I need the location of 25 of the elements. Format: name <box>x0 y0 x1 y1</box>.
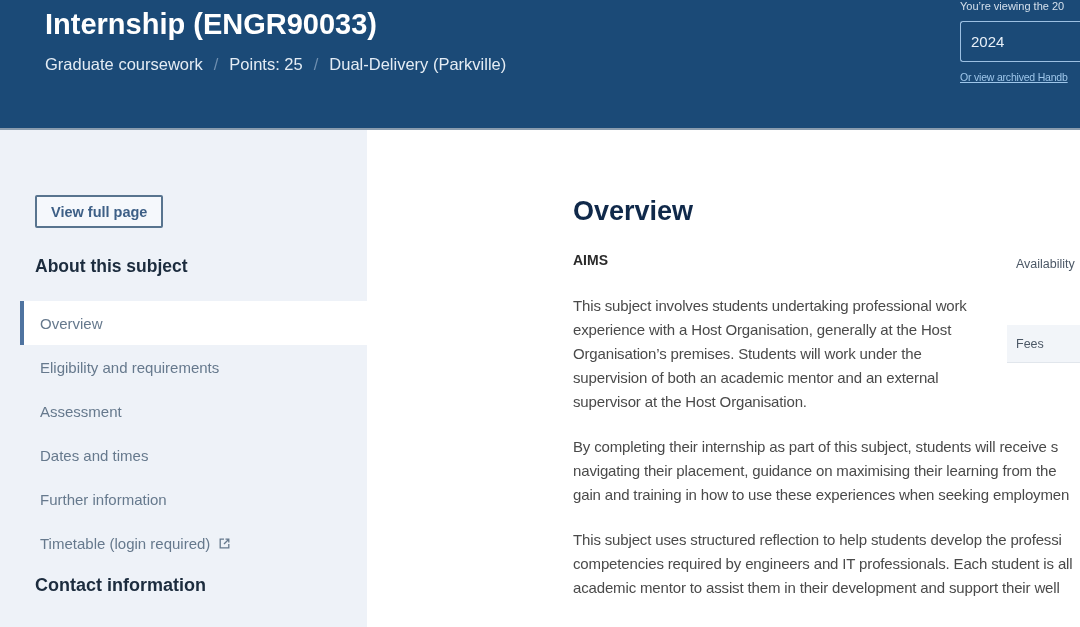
sidebar-nav-item[interactable]: Dates and times <box>20 433 367 477</box>
sidebar-nav-item[interactable]: Timetable (login required) <box>20 521 367 565</box>
info-row-text: Availability <box>1015 256 1076 273</box>
section-heading: Overview <box>573 195 695 227</box>
meta-separator: / <box>213 55 219 74</box>
section-label: AIMS <box>573 251 609 270</box>
sidebar-heading: About this subject <box>35 255 188 278</box>
paragraph: By completing their internship as part of this subject, students will receive s navigating their placement, guidance on maximising their learning from the gain and training in how to use these experiences when seeking employmen <box>573 437 1071 505</box>
sidebar-nav-item[interactable]: Assessment <box>20 389 367 433</box>
sidebar-nav-item[interactable]: Eligibility and requirements <box>20 345 367 389</box>
year-select[interactable]: 2024 <box>960 21 1080 62</box>
paragraph: This subject uses structured reflection to help students develop the professi competencies required by engineers and IT professionals. Each student is all academic mentor to assist them in their development and support their well <box>573 530 1074 598</box>
sidebar-nav-item[interactable]: Further information <box>20 477 367 521</box>
year-caption: You’re viewing the 20 <box>960 0 1065 12</box>
sidebar-heading: Contact information <box>35 574 206 597</box>
paragraph: This subject involves students undertaking professional work experience with a Host Organisation, generally at the Host Organisation’s premises. Students will work under the supervision of both an academic mentor and an external supervisor at the Host Organisation. <box>573 296 968 412</box>
info-row: Fees <box>1007 325 1080 363</box>
view-full-page-button[interactable]: View full page <box>35 195 164 228</box>
subject-title: Internship (ENGR90033) <box>45 7 378 42</box>
meta-separator: / <box>313 55 319 74</box>
sidebar-nav-item[interactable]: Overview <box>20 301 367 345</box>
subject-meta: Dual-Delivery (Parkville) <box>329 55 507 74</box>
subject-meta: Points: 25 <box>229 55 303 74</box>
subject-meta: Graduate coursework <box>45 55 203 74</box>
archive-link[interactable]: Or view archived Handb <box>960 71 1068 83</box>
